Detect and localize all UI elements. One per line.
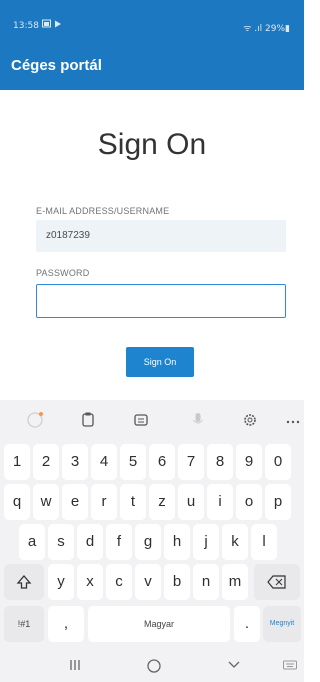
email-label: E-MAIL ADDRESS/USERNAME: [36, 206, 170, 216]
backspace-key[interactable]: [254, 564, 300, 600]
key-3[interactable]: 3: [62, 444, 88, 480]
key-5[interactable]: 5: [120, 444, 146, 480]
space-key[interactable]: Magyar: [88, 606, 230, 642]
password-field[interactable]: [36, 284, 286, 318]
key-q[interactable]: q: [4, 484, 30, 520]
keyboard-switch-icon[interactable]: [282, 658, 298, 675]
key-8[interactable]: 8: [207, 444, 233, 480]
shift-icon: [16, 575, 32, 589]
key-s[interactable]: s: [48, 524, 74, 560]
notification-icons: [42, 19, 64, 31]
status-signal-battery: ᯤ .ıl 29%▮: [243, 24, 290, 34]
key-4[interactable]: 4: [91, 444, 117, 480]
key-t[interactable]: t: [120, 484, 146, 520]
key-a[interactable]: a: [19, 524, 45, 560]
key-k[interactable]: k: [222, 524, 248, 560]
key-y[interactable]: y: [48, 564, 74, 600]
key-9[interactable]: 9: [236, 444, 262, 480]
status-bar: 13:58 ᯤ .ıl 29%▮: [0, 0, 304, 40]
key-c[interactable]: c: [106, 564, 132, 600]
key-j[interactable]: j: [193, 524, 219, 560]
key-f[interactable]: f: [106, 524, 132, 560]
key-d[interactable]: d: [77, 524, 103, 560]
key-6[interactable]: 6: [149, 444, 175, 480]
microphone-icon[interactable]: [187, 411, 209, 429]
keyboard-toolbar: [0, 400, 304, 440]
more-icon[interactable]: [282, 411, 304, 429]
gallery-icon: [42, 19, 61, 28]
home-icon[interactable]: [146, 658, 162, 677]
key-w[interactable]: w: [33, 484, 59, 520]
key-h[interactable]: h: [164, 524, 190, 560]
key-l[interactable]: l: [251, 524, 277, 560]
emoji-icon[interactable]: [24, 411, 46, 429]
email-field[interactable]: z0187239: [36, 220, 286, 252]
key-1[interactable]: 1: [4, 444, 30, 480]
system-nav-bar: [0, 652, 304, 682]
key-b[interactable]: b: [164, 564, 190, 600]
comma-key[interactable]: ,: [48, 606, 84, 642]
key-2[interactable]: 2: [33, 444, 59, 480]
sticker-icon[interactable]: [130, 411, 152, 429]
key-z[interactable]: z: [149, 484, 175, 520]
sign-on-button[interactable]: Sign On: [126, 347, 194, 377]
key-o[interactable]: o: [236, 484, 262, 520]
status-time: 13:58: [13, 21, 39, 31]
enter-key[interactable]: Megnyit: [263, 606, 301, 642]
key-g[interactable]: g: [135, 524, 161, 560]
settings-icon[interactable]: [239, 411, 261, 429]
key-p[interactable]: p: [265, 484, 291, 520]
app-title: Céges portál: [11, 57, 102, 74]
app-bar: Céges portál: [0, 40, 304, 90]
key-7[interactable]: 7: [178, 444, 204, 480]
key-m[interactable]: m: [222, 564, 248, 600]
backspace-icon: [267, 575, 286, 589]
password-label: PASSWORD: [36, 268, 90, 278]
sign-on-form: Sign On E-MAIL ADDRESS/USERNAME z0187239…: [0, 90, 304, 390]
key-e[interactable]: e: [62, 484, 88, 520]
page-title: Sign On: [97, 128, 207, 161]
symbols-key[interactable]: !#1: [4, 606, 44, 642]
chevron-down-icon[interactable]: [226, 658, 242, 675]
key-v[interactable]: v: [135, 564, 161, 600]
key-r[interactable]: r: [91, 484, 117, 520]
key-u[interactable]: u: [178, 484, 204, 520]
shift-key[interactable]: [4, 564, 44, 600]
key-i[interactable]: i: [207, 484, 233, 520]
key-n[interactable]: n: [193, 564, 219, 600]
clipboard-icon[interactable]: [77, 411, 99, 429]
key-x[interactable]: x: [77, 564, 103, 600]
period-key[interactable]: .: [234, 606, 260, 642]
key-0[interactable]: 0: [265, 444, 291, 480]
keyboard: 1 2 3 4 5 6 7 8 9 0 q w e r t z u i o p …: [0, 400, 304, 682]
recents-icon[interactable]: [68, 658, 82, 675]
